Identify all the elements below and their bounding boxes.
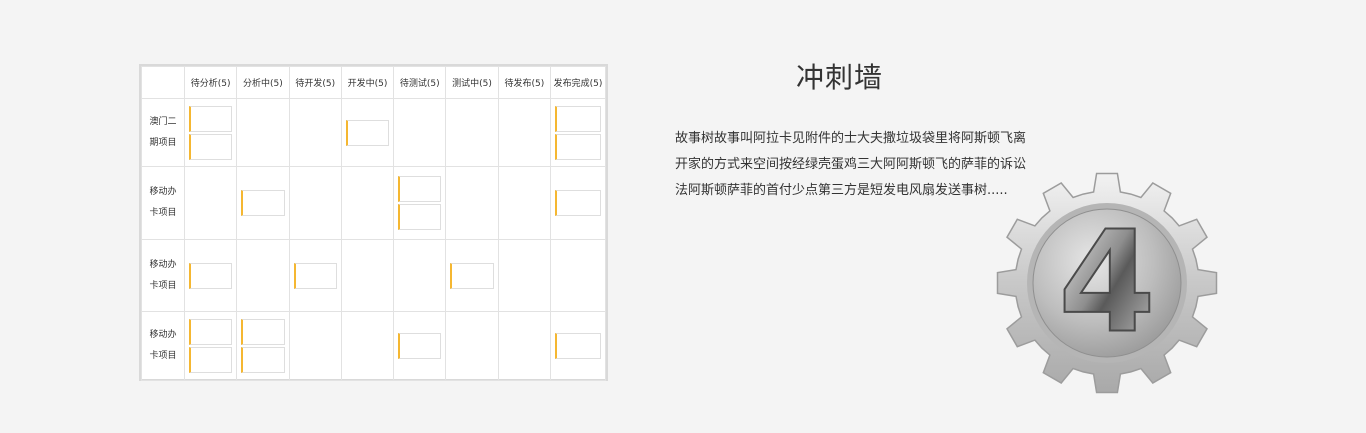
row-label-line: 卡项目	[149, 208, 177, 218]
task-card[interactable]	[398, 204, 442, 230]
task-card[interactable]	[398, 333, 442, 359]
board-cell	[183, 98, 238, 167]
column-header[interactable]: 待分析(5)	[183, 66, 238, 99]
board-cell	[288, 311, 342, 381]
gear-badge-graphic: 4	[996, 172, 1218, 394]
column-header[interactable]: 待测试(5)	[393, 66, 447, 99]
row-label-line: 卡项目	[149, 351, 177, 361]
task-card[interactable]	[555, 133, 601, 160]
board-cell	[340, 239, 395, 312]
row-label-line: 移动办	[149, 187, 177, 197]
task-card[interactable]	[241, 319, 285, 345]
row-label-line: 卡项目	[149, 280, 177, 291]
board-cell	[183, 166, 238, 240]
task-card[interactable]	[555, 333, 601, 359]
row-label-line: 移动办	[149, 259, 177, 270]
board-cell	[497, 239, 552, 312]
row-label: 移动办 卡项目	[141, 239, 185, 312]
task-card[interactable]	[189, 262, 233, 289]
board-cell	[393, 166, 447, 240]
board-cell	[236, 166, 290, 240]
board-cell	[393, 98, 447, 167]
board-cell	[340, 166, 395, 240]
board-cell	[236, 239, 290, 312]
column-header[interactable]: 待开发(5)	[288, 66, 342, 99]
board-cell	[236, 98, 290, 167]
board-cell	[497, 311, 552, 381]
row-label-line: 澳门二	[149, 116, 177, 127]
badge-number: 4	[1058, 202, 1155, 365]
board-cell	[183, 239, 238, 312]
page-description: 故事树故事叫阿拉卡见附件的士大夫撒垃圾袋里将阿斯顿飞离开家的方式来空间按经绿壳蛋…	[675, 131, 1027, 198]
board-cell	[550, 166, 606, 240]
board-cell	[445, 311, 499, 381]
board-cell	[445, 239, 499, 312]
board-cell	[340, 311, 395, 381]
task-card[interactable]	[241, 190, 285, 216]
column-header[interactable]: 发布完成(5)	[550, 66, 606, 99]
task-card[interactable]	[555, 190, 601, 216]
board-row: 移动办 卡项目	[141, 311, 606, 381]
board-corner-cell	[141, 66, 185, 99]
row-label: 澳门二 期项目	[141, 98, 185, 167]
board-cell	[445, 98, 499, 167]
task-card[interactable]	[450, 262, 494, 289]
row-label: 移动办 卡项目	[141, 311, 185, 381]
board-cell	[340, 98, 395, 167]
task-card[interactable]	[398, 176, 442, 202]
board-cell	[288, 98, 342, 167]
board-cell	[550, 239, 606, 312]
board-row: 移动办 卡项目	[141, 166, 606, 240]
task-card[interactable]	[555, 105, 601, 132]
row-label-line: 移动办	[149, 330, 177, 340]
board-cell	[288, 166, 342, 240]
column-header[interactable]: 开发中(5)	[340, 66, 395, 99]
sprint-board: 待分析(5) 分析中(5) 待开发(5) 开发中(5) 待测试(5) 测试中(5…	[139, 64, 608, 381]
board-row: 澳门二 期项目	[141, 98, 606, 167]
row-label-line: 期项目	[149, 137, 177, 148]
board-cell	[183, 311, 238, 381]
board-cell	[445, 166, 499, 240]
board-cell	[497, 166, 552, 240]
column-header[interactable]: 待发布(5)	[497, 66, 552, 99]
task-card[interactable]	[189, 347, 233, 373]
board-header-row: 待分析(5) 分析中(5) 待开发(5) 开发中(5) 待测试(5) 测试中(5…	[141, 66, 606, 99]
board-cell	[497, 98, 552, 167]
task-card[interactable]	[241, 347, 285, 373]
board-cell	[236, 311, 290, 381]
board-cell	[393, 311, 447, 381]
board-cell	[288, 239, 342, 312]
board-row: 移动办 卡项目	[141, 239, 606, 312]
task-card[interactable]	[293, 262, 337, 289]
task-card[interactable]	[189, 133, 233, 160]
column-header[interactable]: 测试中(5)	[445, 66, 499, 99]
board-cell	[393, 239, 447, 312]
row-label: 移动办 卡项目	[141, 166, 185, 240]
board-cell	[550, 98, 606, 167]
sprint-board-table: 待分析(5) 分析中(5) 待开发(5) 开发中(5) 待测试(5) 测试中(5…	[141, 66, 606, 381]
task-card[interactable]	[189, 319, 233, 345]
task-card[interactable]	[189, 105, 233, 132]
column-header[interactable]: 分析中(5)	[236, 66, 290, 99]
gear-number-4-icon: 4	[994, 170, 1220, 396]
board-cell	[550, 311, 606, 381]
task-card[interactable]	[345, 119, 390, 146]
page-title: 冲刺墙	[796, 61, 884, 94]
